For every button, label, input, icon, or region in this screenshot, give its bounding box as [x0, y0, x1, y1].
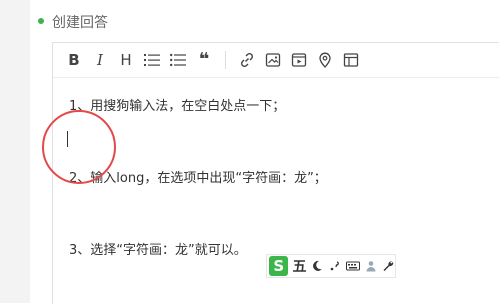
wrench-icon[interactable]: [381, 259, 395, 273]
annotation-circle: [42, 110, 116, 184]
keyboard-icon[interactable]: [345, 259, 360, 273]
italic-button[interactable]: I: [87, 47, 113, 73]
punctuation-icon[interactable]: [328, 259, 342, 273]
ime-mode-label[interactable]: 五: [292, 256, 306, 276]
heading-icon: H: [120, 50, 132, 69]
ordered-list-button[interactable]: [139, 47, 165, 73]
toolbar-divider: [225, 51, 226, 69]
quote-button[interactable]: ❝: [191, 47, 217, 73]
editor-line-3: 3、选择“字符画：龙”就可以。: [69, 243, 247, 258]
bold-icon: B: [68, 50, 80, 69]
video-button[interactable]: [286, 47, 312, 73]
section-bullet: [38, 18, 44, 24]
image-icon: [265, 53, 281, 67]
unordered-list-button[interactable]: [165, 47, 191, 73]
location-button[interactable]: [312, 47, 338, 73]
moon-icon[interactable]: [310, 259, 324, 273]
person-icon[interactable]: [364, 259, 378, 273]
italic-icon: I: [97, 50, 103, 69]
ordered-list-icon: [144, 54, 160, 66]
video-icon: [291, 53, 307, 67]
sogou-logo-icon[interactable]: S: [269, 256, 289, 276]
table-button[interactable]: [338, 47, 364, 73]
section-title: 创建回答: [52, 15, 108, 31]
link-icon: [240, 52, 254, 68]
unordered-list-icon: [170, 53, 186, 67]
ime-status-bar[interactable]: S 五: [266, 254, 396, 278]
link-button[interactable]: [234, 47, 260, 73]
table-icon: [343, 53, 359, 67]
quote-icon: ❝: [198, 49, 210, 70]
location-icon: [319, 52, 331, 68]
editor-line-1: 1、用搜狗输入法，在空白处点一下；: [69, 99, 286, 114]
editor-toolbar: B I H ❝: [53, 43, 499, 78]
left-rail: [0, 0, 31, 303]
bold-button[interactable]: B: [61, 47, 87, 73]
heading-button[interactable]: H: [113, 47, 139, 73]
image-button[interactable]: [260, 47, 286, 73]
